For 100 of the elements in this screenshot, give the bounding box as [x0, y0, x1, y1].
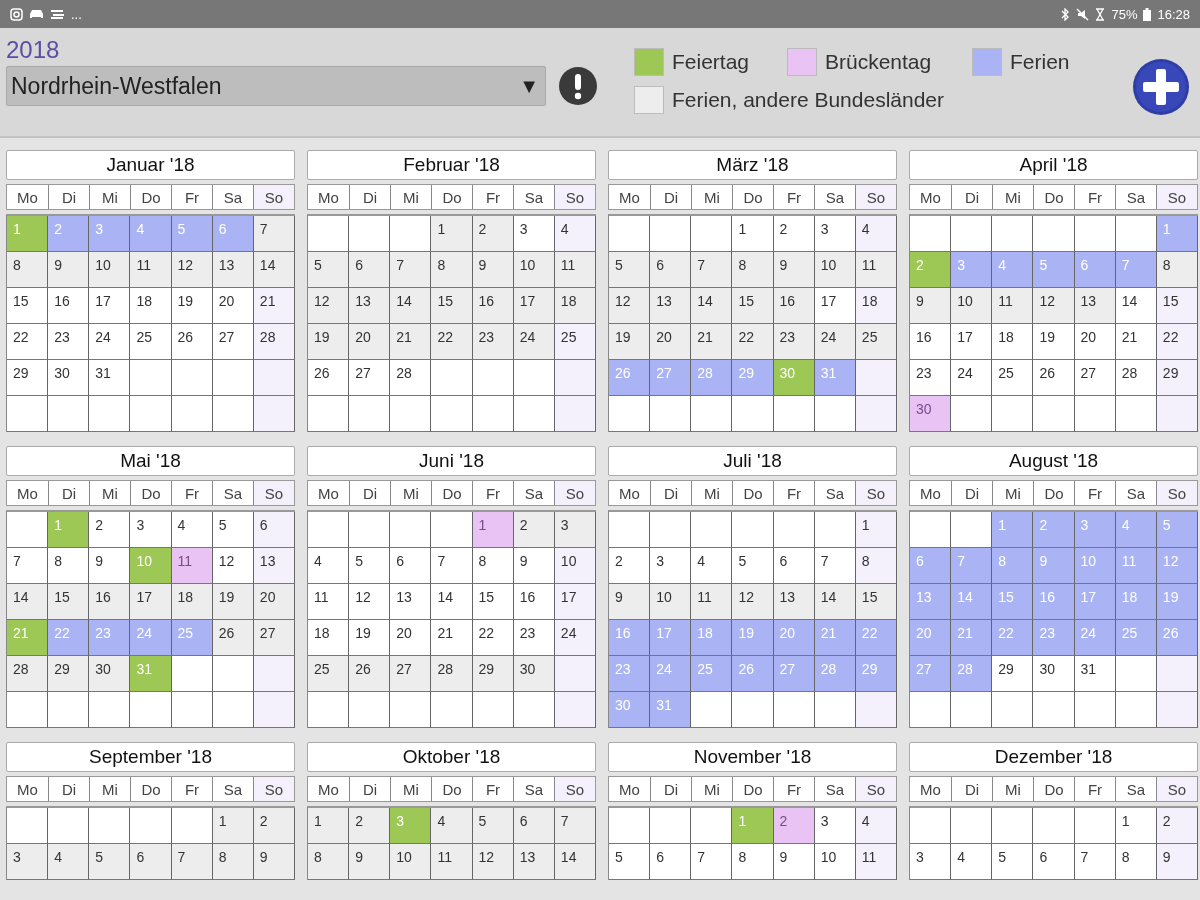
day-cell[interactable]: 22: [7, 324, 49, 360]
day-cell[interactable]: 4: [171, 512, 213, 548]
day-cell[interactable]: 3: [650, 548, 692, 584]
day-cell[interactable]: 28: [431, 656, 473, 692]
day-cell[interactable]: 3: [814, 808, 856, 844]
day-cell[interactable]: 19: [171, 288, 213, 324]
day-cell[interactable]: 11: [431, 844, 473, 880]
day-cell[interactable]: 8: [855, 548, 897, 584]
day-cell[interactable]: 12: [212, 548, 254, 584]
day-cell[interactable]: 9: [349, 844, 391, 880]
day-cell[interactable]: 13: [212, 252, 254, 288]
day-cell[interactable]: 5: [308, 252, 350, 288]
day-cell[interactable]: 14: [814, 584, 856, 620]
day-cell[interactable]: 3: [814, 216, 856, 252]
day-cell[interactable]: 9: [910, 288, 952, 324]
day-cell[interactable]: 1: [308, 808, 350, 844]
day-cell[interactable]: 26: [349, 656, 391, 692]
day-cell[interactable]: 9: [609, 584, 651, 620]
day-cell[interactable]: 2: [773, 216, 815, 252]
day-cell[interactable]: 5: [609, 252, 651, 288]
day-cell[interactable]: 21: [1115, 324, 1157, 360]
day-cell[interactable]: 31: [1074, 656, 1116, 692]
day-cell[interactable]: 19: [609, 324, 651, 360]
day-cell[interactable]: 10: [951, 288, 993, 324]
day-cell[interactable]: 7: [390, 252, 432, 288]
day-cell[interactable]: 7: [431, 548, 473, 584]
day-cell[interactable]: 3: [130, 512, 172, 548]
day-cell[interactable]: 27: [212, 324, 254, 360]
day-cell[interactable]: 19: [212, 584, 254, 620]
day-cell[interactable]: 29: [472, 656, 514, 692]
day-cell[interactable]: 22: [732, 324, 774, 360]
day-cell[interactable]: 24: [554, 620, 596, 656]
day-cell[interactable]: 1: [855, 512, 897, 548]
day-cell[interactable]: 6: [349, 252, 391, 288]
day-cell[interactable]: 6: [513, 808, 555, 844]
day-cell[interactable]: 6: [130, 844, 172, 880]
day-cell[interactable]: 24: [814, 324, 856, 360]
day-cell[interactable]: 30: [48, 360, 90, 396]
day-cell[interactable]: 25: [130, 324, 172, 360]
day-cell[interactable]: 27: [1074, 360, 1116, 396]
day-cell[interactable]: 2: [253, 808, 295, 844]
day-cell[interactable]: 17: [513, 288, 555, 324]
day-cell[interactable]: 13: [513, 844, 555, 880]
day-cell[interactable]: 10: [814, 844, 856, 880]
day-cell[interactable]: 26: [171, 324, 213, 360]
day-cell[interactable]: 15: [1156, 288, 1198, 324]
day-cell[interactable]: 12: [1033, 288, 1075, 324]
day-cell[interactable]: 4: [431, 808, 473, 844]
day-cell[interactable]: 24: [513, 324, 555, 360]
day-cell[interactable]: 8: [308, 844, 350, 880]
day-cell[interactable]: 13: [1074, 288, 1116, 324]
day-cell[interactable]: 3: [513, 216, 555, 252]
day-cell[interactable]: 22: [431, 324, 473, 360]
day-cell[interactable]: 16: [48, 288, 90, 324]
day-cell[interactable]: 8: [48, 548, 90, 584]
day-cell[interactable]: 20: [1074, 324, 1116, 360]
day-cell[interactable]: 2: [472, 216, 514, 252]
day-cell[interactable]: 14: [554, 844, 596, 880]
day-cell[interactable]: 3: [7, 844, 49, 880]
day-cell[interactable]: 28: [1115, 360, 1157, 396]
day-cell[interactable]: 3: [554, 512, 596, 548]
day-cell[interactable]: 25: [855, 324, 897, 360]
day-cell[interactable]: 9: [48, 252, 90, 288]
day-cell[interactable]: 10: [513, 252, 555, 288]
day-cell[interactable]: 10: [650, 584, 692, 620]
day-cell[interactable]: 12: [171, 252, 213, 288]
day-cell[interactable]: 13: [650, 288, 692, 324]
day-cell[interactable]: 10: [89, 252, 131, 288]
day-cell[interactable]: 14: [7, 584, 49, 620]
day-cell[interactable]: 10: [390, 844, 432, 880]
day-cell[interactable]: 27: [349, 360, 391, 396]
day-cell[interactable]: 18: [130, 288, 172, 324]
day-cell[interactable]: 7: [691, 252, 733, 288]
day-cell[interactable]: 13: [253, 548, 295, 584]
day-cell[interactable]: 20: [253, 584, 295, 620]
day-cell[interactable]: 15: [48, 584, 90, 620]
day-cell[interactable]: 26: [212, 620, 254, 656]
day-cell[interactable]: 17: [814, 288, 856, 324]
day-cell[interactable]: 20: [349, 324, 391, 360]
day-cell[interactable]: 8: [732, 844, 774, 880]
day-cell[interactable]: 9: [1156, 844, 1198, 880]
day-cell[interactable]: 5: [349, 548, 391, 584]
day-cell[interactable]: 27: [390, 656, 432, 692]
day-cell[interactable]: 1: [472, 512, 514, 548]
day-cell[interactable]: 17: [951, 324, 993, 360]
day-cell[interactable]: 8: [732, 252, 774, 288]
day-cell[interactable]: 5: [609, 844, 651, 880]
day-cell[interactable]: 31: [89, 360, 131, 396]
day-cell[interactable]: 6: [1033, 844, 1075, 880]
day-cell[interactable]: 9: [773, 252, 815, 288]
day-cell[interactable]: 10: [554, 548, 596, 584]
day-cell[interactable]: 11: [171, 548, 213, 584]
day-cell[interactable]: 24: [951, 360, 993, 396]
day-cell[interactable]: 11: [554, 252, 596, 288]
day-cell[interactable]: 12: [472, 844, 514, 880]
day-cell[interactable]: 4: [691, 548, 733, 584]
day-cell[interactable]: 6: [773, 548, 815, 584]
day-cell[interactable]: 23: [773, 324, 815, 360]
day-cell[interactable]: 6: [650, 844, 692, 880]
day-cell[interactable]: 19: [1033, 324, 1075, 360]
